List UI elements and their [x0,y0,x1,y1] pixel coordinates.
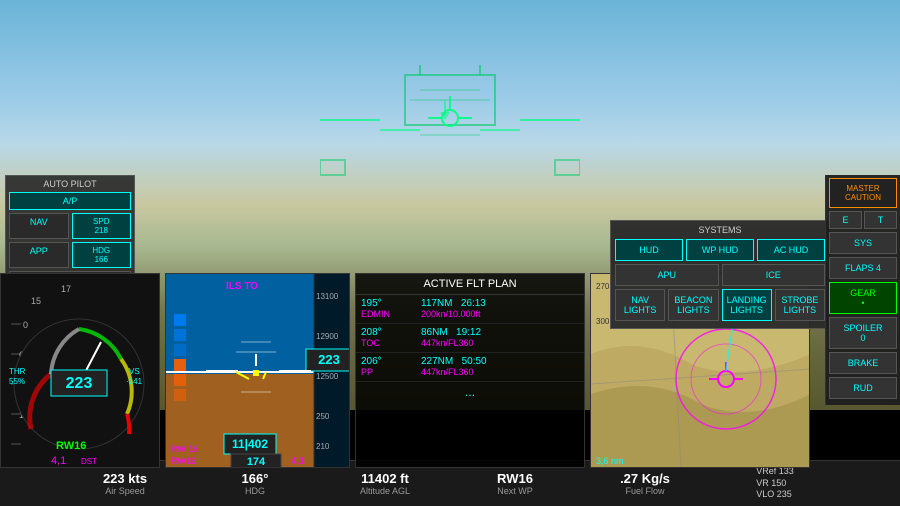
master-caution[interactable]: MASTERCAUTION [829,178,897,208]
nav-button[interactable]: NAV [9,213,69,239]
e-button[interactable]: E [829,211,862,229]
wp-hud-button[interactable]: WP HUD [686,239,754,261]
flt-more: ... [356,382,584,402]
nextwp-display: RW16 Next WP [450,471,580,496]
brake-button[interactable]: BRAKE [829,352,897,374]
svg-text:15: 15 [31,296,41,306]
beacon-lights-button[interactable]: BEACONLIGHTS [668,289,718,321]
flaps-button[interactable]: FLAPS 4 [829,257,897,279]
nextwp-value: RW16 [497,471,533,486]
vref-display: VRef 133VR 150VLO 235 [710,466,840,501]
svg-text:DST: DST [81,457,97,466]
fuelflow-display: .27 Kg/s Fuel Flow [580,471,710,496]
fuelflow-value: .27 Kg/s [620,471,670,486]
svg-text:300: 300 [596,317,610,326]
systems-panel: SYSTEMS HUD WP HUD AC HUD APU ICE NAVLIG… [610,220,830,329]
t-button[interactable]: T [864,211,897,229]
adi-container: ILS TO 13100 12900 12500 250 210 223 [165,273,350,468]
svg-text:210: 210 [316,442,330,451]
flt-plan-panel: ACTIVE FLT PLAN 195° EDMIN 117NM 26:13 2… [355,273,585,468]
heading-value: 166° [242,471,269,486]
systems-row-2: APU ICE [615,264,825,286]
ap-title: AUTO PILOT [9,179,131,189]
altitude-display: 11402 ft Altitude AGL [320,471,450,496]
heading-label: HDG [245,486,265,496]
app-button[interactable]: APP [9,242,69,268]
svg-text:55%: 55% [9,377,25,386]
altitude-value: 11402 ft [361,471,409,486]
spd-button[interactable]: SPD218 [72,213,132,239]
airspeed-label: Air Speed [105,486,145,496]
right-panel: MASTERCAUTION E T SYS FLAPS 4 GEAR• SPOI… [825,175,900,405]
flt-hdg-2: 208° TOC [361,327,421,349]
flt-hdg-3: 206° PP [361,356,421,378]
airspeed-value: 223 kts [103,471,147,486]
strobe-lights-button[interactable]: STROBELIGHTS [775,289,825,321]
spoiler-button[interactable]: SPOILER0 [829,317,897,349]
flt-dist-1: 117NM 26:13 200kn/10.000ft [421,298,579,320]
pause-icon[interactable] [870,474,900,494]
svg-text:VS: VS [129,367,140,376]
svg-text:RW 16: RW 16 [171,444,198,454]
svg-text:RW16: RW16 [171,456,196,466]
svg-text:3,6 nm: 3,6 nm [596,456,624,466]
flt-dist-2: 86NM 19:12 447kn/FL360 [421,327,579,349]
landing-lights-button[interactable]: LANDINGLIGHTS [722,289,772,321]
svg-text:223: 223 [66,375,93,392]
gear-button[interactable]: GEAR• [829,282,897,314]
hud-button[interactable]: HUD [615,239,683,261]
nav-lights-button[interactable]: NAVLIGHTS [615,289,665,321]
hdg-button[interactable]: HDG166 [72,242,132,268]
flt-hdg-1: 195° EDMIN [361,298,421,320]
heading-display: 166° HDG [190,471,320,496]
svg-text:270: 270 [596,282,610,291]
altitude-label: Altitude AGL [360,486,410,496]
svg-text:12900: 12900 [316,332,339,341]
flt-row-2: 208° TOC 86NM 19:12 447kn/FL360 [356,324,584,353]
svg-text:17: 17 [61,284,71,294]
flt-row-3: 206° PP 227NM 50:50 447kn/FL360 [356,353,584,382]
ap-button[interactable]: A/P [9,192,131,210]
svg-text:4,1: 4,1 [291,456,305,467]
systems-row-3: NAVLIGHTS BEACONLIGHTS LANDINGLIGHTS STR… [615,289,825,321]
svg-text:THR: THR [9,367,26,376]
ac-hud-button[interactable]: AC HUD [757,239,825,261]
fuelflow-label: Fuel Flow [625,486,664,496]
airspeed-display: 223 kts Air Speed [60,471,190,496]
apu-button[interactable]: APU [615,264,719,286]
ice-button[interactable]: ICE [722,264,826,286]
svg-text:174: 174 [247,456,266,468]
rud-button[interactable]: RUD [829,377,897,399]
svg-text:12500: 12500 [316,372,339,381]
systems-row-1: HUD WP HUD AC HUD [615,239,825,261]
sys-button[interactable]: SYS [829,232,897,254]
flt-row-1: 195° EDMIN 117NM 26:13 200kn/10.000ft [356,295,584,324]
svg-text:4,1: 4,1 [51,455,66,467]
systems-title: SYSTEMS [615,225,825,235]
flt-dist-3: 227NM 50:50 447kn/FL360 [421,356,579,378]
svg-text:ILS TO: ILS TO [226,281,258,292]
svg-text:223: 223 [318,352,340,367]
nextwp-label: Next WP [497,486,533,496]
screen-icon[interactable] [0,474,30,494]
svg-text:·141: ·141 [126,377,143,386]
globe-icon[interactable] [840,474,870,494]
svg-text:0: 0 [23,320,28,330]
svg-text:11|402: 11|402 [232,437,268,451]
svg-text:250: 250 [316,412,330,421]
vref-value: VRef 133VR 150VLO 235 [756,466,794,501]
camera-icon[interactable] [30,474,60,494]
svg-text:13100: 13100 [316,292,339,301]
flt-plan-title: ACTIVE FLT PLAN [356,274,584,295]
svg-text:RW16: RW16 [56,440,86,452]
asi-gauge: 0 6 12 18 223 THR 55% VS ·141 15 17 [0,273,160,468]
